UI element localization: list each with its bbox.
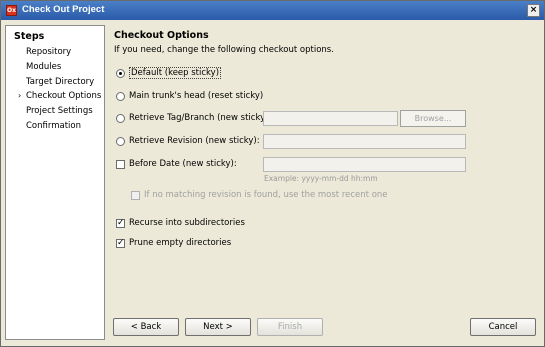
before-date-option[interactable]: Before Date (new sticky): bbox=[116, 158, 237, 170]
main-trunk-label: Main trunk's head (reset sticky) bbox=[129, 91, 264, 101]
content-subtitle: If you need, change the following checko… bbox=[114, 45, 334, 55]
prune-label: Prune empty directories bbox=[129, 238, 232, 248]
close-button[interactable]: × bbox=[527, 4, 540, 17]
no-matching-revision-label: If no matching revision is found, use th… bbox=[144, 190, 388, 200]
recurse-checkbox[interactable]: ✓ bbox=[116, 218, 125, 228]
step-project-settings: Project Settings bbox=[26, 106, 93, 116]
before-date-checkbox[interactable] bbox=[116, 159, 125, 169]
retrieve-tag-label: Retrieve Tag/Branch (new sticky): bbox=[129, 113, 272, 123]
before-date-field[interactable] bbox=[263, 157, 466, 172]
steps-heading: Steps bbox=[14, 31, 45, 42]
default-label: Default (keep sticky) bbox=[129, 67, 222, 79]
app-logo-icon: Ox bbox=[6, 5, 17, 16]
content-heading: Checkout Options bbox=[114, 30, 209, 41]
finish-button[interactable]: Finish bbox=[257, 318, 323, 336]
retrieve-revision-option[interactable]: Retrieve Revision (new sticky): bbox=[116, 135, 260, 147]
before-date-label: Before Date (new sticky): bbox=[129, 159, 237, 169]
prune-empty-directories-option[interactable]: ✓ Prune empty directories bbox=[116, 237, 231, 249]
retrieve-revision-radio[interactable] bbox=[116, 136, 125, 146]
steps-panel: Steps Repository Modules Target Director… bbox=[5, 25, 105, 340]
retrieve-tag-radio[interactable] bbox=[116, 113, 125, 123]
no-matching-revision-checkbox[interactable] bbox=[131, 190, 140, 200]
main-trunk-radio[interactable] bbox=[116, 91, 125, 101]
step-checkout-options: Checkout Options bbox=[26, 91, 102, 101]
title-bar[interactable]: Ox Check Out Project × bbox=[1, 1, 544, 20]
recurse-label: Recurse into subdirectories bbox=[129, 218, 245, 228]
step-confirmation: Confirmation bbox=[26, 121, 81, 131]
recurse-subdirectories-option[interactable]: ✓ Recurse into subdirectories bbox=[116, 217, 245, 229]
prune-checkbox[interactable]: ✓ bbox=[116, 238, 125, 248]
no-matching-revision-option[interactable]: If no matching revision is found, use th… bbox=[131, 189, 388, 201]
tag-branch-field[interactable] bbox=[263, 111, 398, 126]
default-radio[interactable] bbox=[116, 68, 125, 78]
retrieve-tag-option[interactable]: Retrieve Tag/Branch (new sticky): bbox=[116, 112, 271, 124]
retrieve-revision-label: Retrieve Revision (new sticky): bbox=[129, 136, 260, 146]
date-format-hint: Example: yyyy-mm-dd hh:mm bbox=[264, 174, 378, 183]
step-target-directory: Target Directory bbox=[26, 77, 95, 87]
browse-button[interactable]: Browse... bbox=[400, 110, 466, 127]
checkout-options-panel: Checkout Options If you need, change the… bbox=[106, 21, 544, 321]
main-trunk-option[interactable]: Main trunk's head (reset sticky) bbox=[116, 90, 263, 102]
step-modules: Modules bbox=[26, 62, 62, 72]
default-keep-sticky-option[interactable]: Default (keep sticky) bbox=[116, 67, 222, 79]
checkout-dialog: Ox Check Out Project × Steps Repository … bbox=[0, 0, 545, 347]
revision-field[interactable] bbox=[263, 134, 466, 149]
step-repository: Repository bbox=[26, 47, 72, 57]
back-button[interactable]: < Back bbox=[113, 318, 179, 336]
current-step-arrow-icon: › bbox=[18, 91, 22, 100]
window-title: Check Out Project bbox=[22, 4, 105, 15]
cancel-button[interactable]: Cancel bbox=[470, 318, 536, 336]
next-button[interactable]: Next > bbox=[185, 318, 251, 336]
